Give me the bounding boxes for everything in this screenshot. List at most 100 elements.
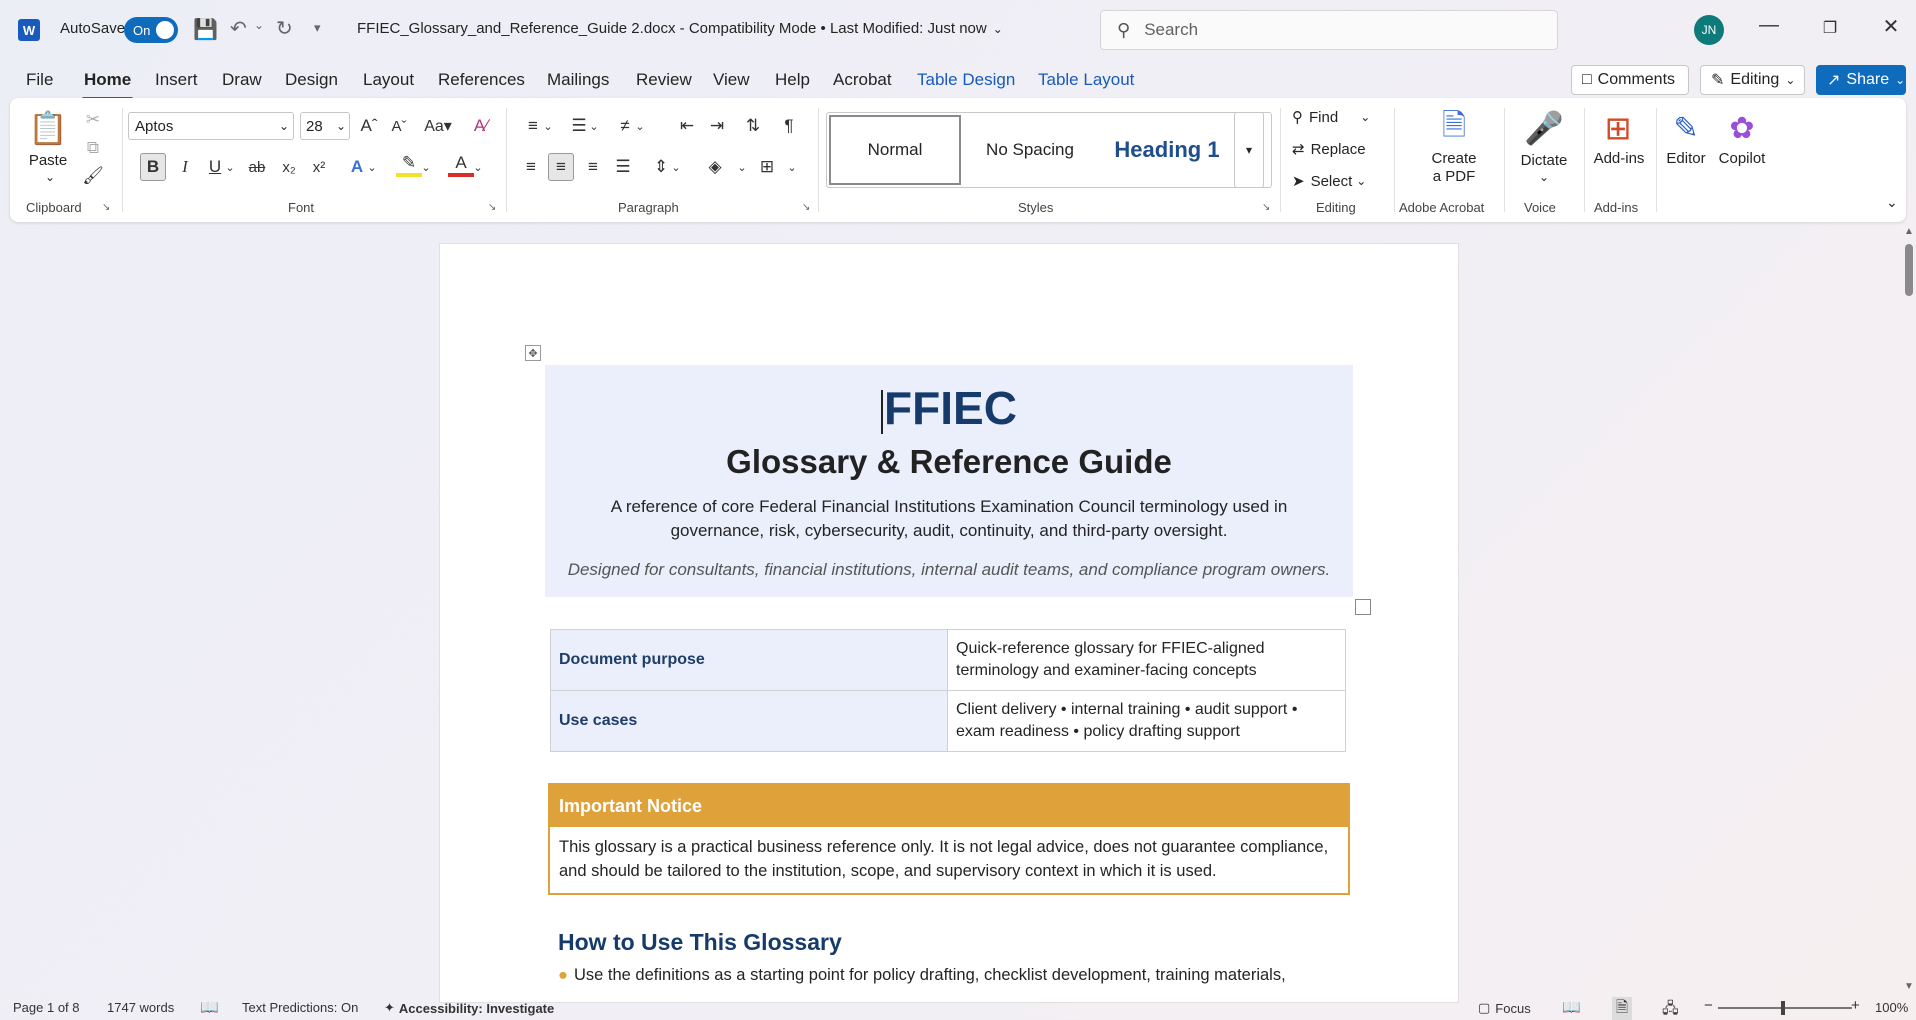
chevron-down-icon[interactable]: ⌄ bbox=[632, 112, 648, 140]
proofing-icon[interactable]: 📖 bbox=[200, 998, 219, 1016]
vertical-scrollbar[interactable]: ▲ ▼ bbox=[1902, 226, 1916, 992]
chevron-down-icon[interactable]: ⌄ bbox=[470, 153, 486, 181]
borders-icon[interactable]: ⊞ bbox=[754, 153, 780, 181]
save-icon[interactable]: 💾 bbox=[193, 17, 218, 42]
replace-button[interactable]: ⇄ Replace bbox=[1292, 140, 1366, 159]
sort-icon[interactable]: ⇅ bbox=[740, 112, 766, 140]
comments-button[interactable]: □ Comments bbox=[1571, 65, 1689, 95]
style-no-spacing[interactable]: No Spacing bbox=[963, 113, 1097, 187]
chevron-down-icon[interactable]: ⌄ bbox=[222, 153, 238, 181]
print-layout-icon[interactable]: 🗎 bbox=[1612, 997, 1633, 1020]
chevron-down-icon[interactable]: ⌄ bbox=[668, 153, 684, 181]
undo-icon[interactable]: ↶ bbox=[230, 16, 247, 41]
create-pdf-button[interactable]: Create a PDF bbox=[1410, 150, 1498, 186]
subscript-button[interactable]: x₂ bbox=[276, 153, 302, 181]
dialog-launcher-icon[interactable]: ↘ bbox=[488, 202, 496, 213]
table-move-handle-icon[interactable]: ✥ bbox=[525, 345, 541, 361]
tab-file[interactable]: File bbox=[26, 70, 53, 90]
chevron-down-icon[interactable]: ⌄ bbox=[540, 112, 556, 140]
document-page[interactable]: ✥ FFIEC Glossary & Reference Guide A ref… bbox=[439, 243, 1459, 1003]
web-layout-icon[interactable]: 🖧 bbox=[1662, 998, 1679, 1020]
copilot-icon[interactable]: ✿ bbox=[1722, 106, 1762, 150]
tab-home[interactable]: Home bbox=[81, 70, 134, 100]
chevron-down-icon[interactable]: ⌄ bbox=[734, 153, 750, 181]
avatar[interactable]: JN bbox=[1694, 15, 1724, 45]
find-button[interactable]: ⚲ Find ⌄ bbox=[1292, 108, 1370, 127]
create-pdf-icon[interactable]: 🗎 bbox=[1434, 108, 1474, 148]
dictate-label[interactable]: Dictate bbox=[1510, 152, 1578, 170]
document-title[interactable]: FFIEC_Glossary_and_Reference_Guide 2.doc… bbox=[357, 20, 1003, 37]
redo-icon[interactable]: ↻ bbox=[276, 16, 293, 41]
share-button[interactable]: ↗ Share ⌄ bbox=[1816, 65, 1906, 95]
tab-table-design[interactable]: Table Design bbox=[917, 70, 1015, 90]
addins-label[interactable]: Add-ins bbox=[1588, 150, 1650, 168]
text-predictions[interactable]: Text Predictions: On bbox=[242, 1000, 358, 1015]
tab-review[interactable]: Review bbox=[636, 70, 692, 90]
styles-more-icon[interactable]: ▾ bbox=[1234, 112, 1264, 188]
minimize-icon[interactable]: — bbox=[1754, 14, 1784, 37]
italic-button[interactable]: I bbox=[172, 153, 198, 181]
increase-indent-icon[interactable]: ⇥ bbox=[704, 112, 730, 140]
style-heading-1[interactable]: Heading 1 bbox=[1099, 113, 1235, 187]
copilot-label[interactable]: Copilot bbox=[1714, 150, 1770, 168]
scroll-down-icon[interactable]: ▼ bbox=[1904, 981, 1914, 992]
decrease-indent-icon[interactable]: ⇤ bbox=[674, 112, 700, 140]
clear-formatting-icon[interactable]: A∕ bbox=[468, 112, 494, 140]
chevron-down-icon[interactable]: ⌄ bbox=[38, 170, 62, 184]
zoom-level[interactable]: 100% bbox=[1875, 1000, 1908, 1015]
editor-label[interactable]: Editor bbox=[1662, 150, 1710, 168]
strikethrough-button[interactable]: ab bbox=[244, 153, 270, 181]
justify-icon[interactable]: ☰ bbox=[610, 153, 636, 181]
cut-icon[interactable]: ✂ bbox=[80, 106, 106, 134]
page-count[interactable]: Page 1 of 8 bbox=[13, 1000, 80, 1015]
undo-dropdown-icon[interactable]: ⌄ bbox=[254, 18, 264, 32]
tab-acrobat[interactable]: Acrobat bbox=[833, 70, 892, 90]
scroll-thumb[interactable] bbox=[1905, 244, 1913, 296]
format-painter-icon[interactable]: 🖌 bbox=[80, 162, 106, 190]
select-button[interactable]: ➤ Select ⌄ bbox=[1292, 172, 1366, 191]
accessibility-status[interactable]: ✦ Accessibility: Investigate bbox=[384, 1000, 554, 1016]
bold-button[interactable]: B bbox=[140, 153, 166, 181]
superscript-button[interactable]: x² bbox=[306, 153, 332, 181]
chevron-down-icon[interactable]: ⌄ bbox=[1532, 170, 1556, 184]
table-resize-handle[interactable] bbox=[1355, 599, 1371, 615]
copy-icon[interactable]: ⧉ bbox=[80, 134, 106, 162]
paste-icon[interactable]: 📋 bbox=[28, 106, 68, 150]
dialog-launcher-icon[interactable]: ↘ bbox=[802, 202, 810, 213]
collapse-ribbon-icon[interactable]: ⌄ bbox=[1886, 194, 1898, 211]
tab-layout[interactable]: Layout bbox=[363, 70, 414, 90]
read-mode-icon[interactable]: 📖 bbox=[1562, 998, 1581, 1016]
customize-toolbar-icon[interactable]: ▾ bbox=[314, 20, 321, 36]
search-box[interactable]: ⚲ Search bbox=[1100, 10, 1558, 50]
font-size-select[interactable]: 28 ⌄ bbox=[300, 112, 350, 140]
align-left-icon[interactable]: ≡ bbox=[518, 153, 544, 181]
editor-icon[interactable]: ✎ bbox=[1666, 106, 1706, 150]
font-name-select[interactable]: Aptos ⌄ bbox=[128, 112, 294, 140]
addins-icon[interactable]: ⊞ bbox=[1598, 106, 1638, 150]
dialog-launcher-icon[interactable]: ↘ bbox=[102, 202, 110, 213]
editing-mode-button[interactable]: ✎ Editing ⌄ bbox=[1700, 65, 1805, 95]
zoom-slider[interactable] bbox=[1718, 1007, 1852, 1009]
tab-references[interactable]: References bbox=[438, 70, 525, 90]
tab-draw[interactable]: Draw bbox=[222, 70, 262, 90]
word-count[interactable]: 1747 words bbox=[107, 1000, 174, 1015]
focus-button[interactable]: ▢ Focus bbox=[1478, 1000, 1531, 1016]
paste-label[interactable]: Paste bbox=[26, 152, 70, 170]
zoom-in-icon[interactable]: + bbox=[1851, 997, 1860, 1014]
tab-insert[interactable]: Insert bbox=[155, 70, 198, 90]
zoom-out-icon[interactable]: − bbox=[1704, 997, 1713, 1014]
autosave-toggle[interactable]: On bbox=[124, 17, 178, 43]
tab-table-layout[interactable]: Table Layout bbox=[1038, 70, 1134, 90]
dialog-launcher-icon[interactable]: ↘ bbox=[1262, 202, 1270, 213]
align-right-icon[interactable]: ≡ bbox=[580, 153, 606, 181]
restore-icon[interactable]: ❐ bbox=[1815, 18, 1845, 38]
microphone-icon[interactable]: 🎤 bbox=[1524, 106, 1564, 150]
close-icon[interactable]: ✕ bbox=[1876, 14, 1906, 39]
change-case-icon[interactable]: Aa▾ bbox=[418, 112, 458, 140]
tab-design[interactable]: Design bbox=[285, 70, 338, 90]
align-center-icon[interactable]: ≡ bbox=[548, 153, 574, 181]
chevron-down-icon[interactable]: ⌄ bbox=[784, 153, 800, 181]
chevron-down-icon[interactable]: ⌄ bbox=[364, 153, 380, 181]
tab-help[interactable]: Help bbox=[775, 70, 810, 90]
tab-view[interactable]: View bbox=[713, 70, 750, 90]
